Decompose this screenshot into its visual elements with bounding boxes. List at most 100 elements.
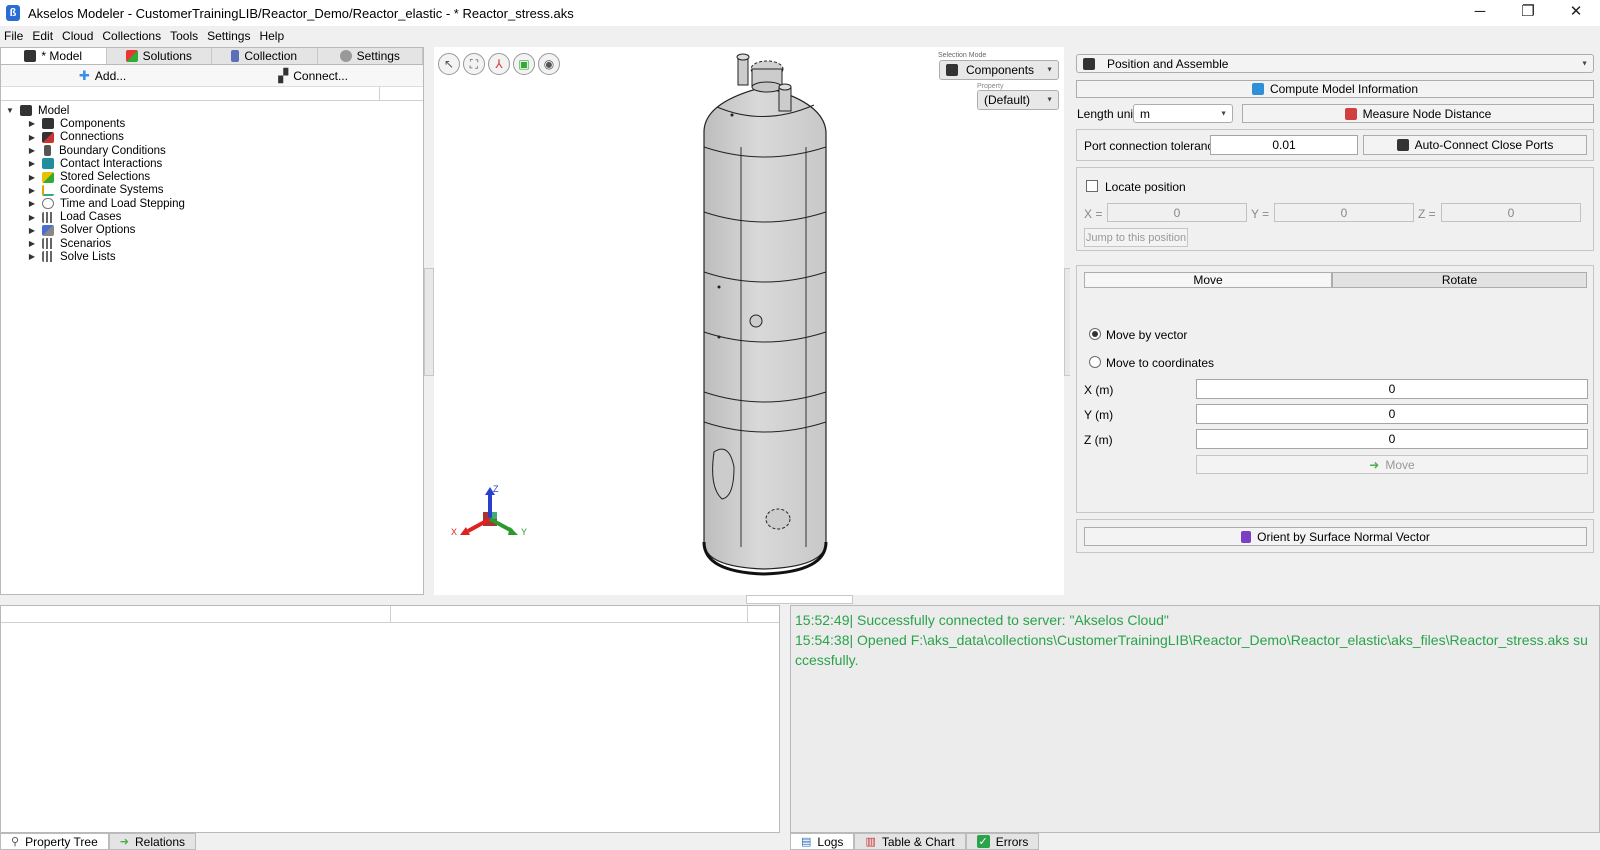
left-splitter-handle[interactable] [424, 268, 434, 376]
add-button[interactable]: ✚ Add... [79, 68, 126, 84]
tab-collection[interactable]: Collection [212, 48, 318, 64]
tree-item-scenarios[interactable]: ▶ Scenarios [1, 237, 423, 250]
maximize-button[interactable]: ❐ [1504, 0, 1552, 26]
expand-arrow-icon[interactable]: ▶ [27, 133, 37, 142]
measure-node-distance-button[interactable]: Measure Node Distance [1242, 104, 1594, 123]
tree-item-label: Components [60, 117, 126, 130]
selection-icon [42, 171, 54, 183]
locate-position-label: Locate position [1105, 180, 1186, 194]
tree-item-connections[interactable]: ▶ Connections [1, 131, 423, 144]
auto-connect-button[interactable]: Auto-Connect Close Ports [1363, 135, 1587, 155]
tree-item-contact-interactions[interactable]: ▶ Contact Interactions [1, 157, 423, 170]
loc-x-input[interactable]: 0 [1107, 203, 1247, 222]
tab-property-tree[interactable]: ⚲ Property Tree [0, 833, 109, 850]
expand-arrow-icon[interactable]: ▶ [27, 199, 37, 208]
loc-y-input[interactable]: 0 [1274, 203, 1414, 222]
measure-label: Measure Node Distance [1362, 106, 1492, 121]
panel-mode-select[interactable]: Position and Assemble ▼ [1076, 54, 1594, 73]
move-x-input[interactable]: 0 [1196, 379, 1588, 399]
tree-item-solver-options[interactable]: ▶ Solver Options [1, 224, 423, 237]
move-button[interactable]: ➜ Move [1196, 455, 1588, 474]
jump-to-position-button[interactable]: Jump to this position [1084, 228, 1188, 247]
tab-rotate[interactable]: Rotate [1332, 272, 1587, 288]
menu-bar: File Edit Cloud Collections Tools Settin… [0, 26, 1600, 46]
lock-icon [44, 145, 51, 157]
left-tabs: * Model Solutions Collection Settings [1, 48, 423, 65]
expand-arrow-icon[interactable]: ▶ [27, 226, 37, 235]
tree-item-label: Scenarios [60, 237, 112, 250]
cube-icon [1083, 57, 1095, 70]
tree-root[interactable]: ▼ Model [1, 104, 423, 117]
expand-arrow-icon[interactable]: ▶ [27, 252, 37, 261]
solver-icon [42, 224, 54, 236]
expand-arrow-icon[interactable]: ▶ [27, 213, 37, 222]
tree-item-time-load-stepping[interactable]: ▶ Time and Load Stepping [1, 197, 423, 210]
menu-tools[interactable]: Tools [170, 29, 198, 43]
tab-move[interactable]: Move [1084, 272, 1332, 288]
menu-collections[interactable]: Collections [102, 29, 161, 43]
tree-item-label: Solve Lists [60, 250, 116, 263]
tree-item-stored-selections[interactable]: ▶ Stored Selections [1, 170, 423, 183]
tab-relations[interactable]: ➜ Relations [108, 833, 197, 850]
tab-logs[interactable]: ▤ Logs [790, 833, 855, 850]
connect-button[interactable]: ▞ Connect... [278, 68, 348, 84]
axis-triad [460, 487, 518, 535]
scenarios-icon [42, 238, 54, 250]
tree-item-label: Connections [60, 131, 124, 144]
tab-logs-label: Logs [817, 834, 844, 849]
menu-file[interactable]: File [4, 29, 23, 43]
title-bar: ß Akselos Modeler - CustomerTrainingLIB/… [0, 0, 1600, 26]
tree-item-coordinate-systems[interactable]: ▶ Coordinate Systems [1, 184, 423, 197]
tab-solutions[interactable]: Solutions [106, 48, 212, 64]
move-to-coordinates-radio[interactable] [1089, 356, 1101, 368]
compute-model-info-button[interactable]: Compute Model Information [1076, 80, 1594, 98]
move-z-input[interactable]: 0 [1196, 429, 1588, 449]
expand-arrow-icon[interactable]: ▶ [27, 239, 37, 248]
tab-errors[interactable]: ✓ Errors [965, 833, 1040, 850]
loc-z-input[interactable]: 0 [1441, 203, 1581, 222]
menu-cloud[interactable]: Cloud [62, 29, 93, 43]
tree-item-solve-lists[interactable]: ▶ Solve Lists [1, 250, 423, 263]
y-label: Y (m) [1084, 408, 1114, 422]
tab-model-label: * Model [41, 49, 83, 63]
tab-table-chart[interactable]: ▥ Table & Chart [854, 833, 966, 850]
expand-arrow-icon[interactable]: ▶ [27, 119, 37, 128]
connect-label: Connect... [293, 68, 348, 83]
panel-mode-value: Position and Assemble [1107, 56, 1229, 71]
tree-item-label: Boundary Conditions [59, 144, 166, 157]
chevron-down-icon: ▼ [1220, 110, 1227, 117]
chevron-down-icon: ▼ [1581, 60, 1588, 67]
tree-item-load-cases[interactable]: ▶ Load Cases [1, 210, 423, 223]
tab-solutions-label: Solutions [142, 49, 192, 63]
tree-item-components[interactable]: ▶ Components [1, 117, 423, 130]
length-unit-label: Length unit [1077, 107, 1137, 121]
bottom-splitter-handle[interactable] [746, 595, 853, 604]
connections-icon [42, 131, 54, 143]
port-tolerance-input[interactable]: 0.01 [1210, 135, 1358, 155]
tab-settings[interactable]: Settings [317, 48, 423, 64]
close-button[interactable]: ✕ [1552, 0, 1600, 26]
position-assemble-panel: Position and Assemble ▼ Compute Model In… [1070, 47, 1600, 595]
menu-settings[interactable]: Settings [207, 29, 250, 43]
expand-arrow-icon[interactable]: ▶ [27, 159, 37, 168]
3d-viewport[interactable]: ↖ ⛶ ⅄ ▣ ◉ Selection Mode Components ▼ Pr… [434, 47, 1064, 595]
expand-arrow-icon[interactable]: ▶ [27, 173, 37, 182]
move-to-coordinates-label: Move to coordinates [1106, 356, 1215, 370]
menu-edit[interactable]: Edit [32, 29, 53, 43]
tab-model[interactable]: * Model [1, 48, 107, 64]
clock-icon [42, 198, 54, 210]
log-line: ccessfully. [795, 652, 859, 668]
tree-item-label: Solver Options [60, 224, 136, 237]
length-unit-select[interactable]: m ▼ [1133, 104, 1233, 123]
orient-surface-normal-button[interactable]: Orient by Surface Normal Vector [1084, 527, 1587, 546]
tree-item-boundary-conditions[interactable]: ▶ Boundary Conditions [1, 144, 423, 157]
move-y-input[interactable]: 0 [1196, 404, 1588, 424]
collapse-arrow-icon[interactable]: ▼ [5, 106, 15, 115]
tree-root-label: Model [38, 104, 70, 117]
locate-position-checkbox[interactable] [1086, 180, 1098, 192]
move-by-vector-radio[interactable] [1089, 328, 1101, 340]
expand-arrow-icon[interactable]: ▶ [27, 146, 37, 155]
expand-arrow-icon[interactable]: ▶ [27, 186, 37, 195]
menu-help[interactable]: Help [259, 29, 284, 43]
minimize-button[interactable]: ─ [1456, 0, 1504, 26]
